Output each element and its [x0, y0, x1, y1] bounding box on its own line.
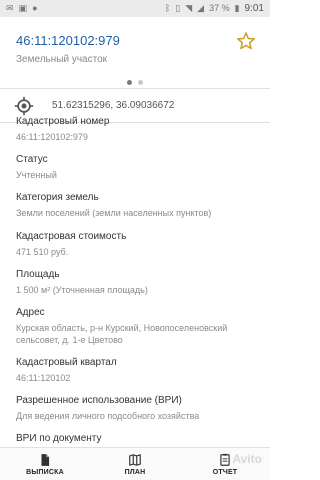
field-land-category: Категория земель Земли поселений (земли …: [16, 192, 260, 219]
battery-icon: ▮: [234, 3, 240, 13]
page-indicator: [0, 80, 270, 85]
page-dot[interactable]: [127, 80, 132, 85]
page-title: 46:11:120102:979: [16, 33, 120, 48]
field-area: Площадь 1 500 м² (Уточненная площадь): [16, 269, 260, 296]
field-label: Категория земель: [16, 192, 99, 203]
field-label: Кадастровый номер: [16, 116, 110, 127]
map-icon: [129, 453, 141, 466]
header: 46:11:120102:979 Земельный участок: [0, 17, 270, 89]
bluetooth-icon: ᛒ: [164, 3, 171, 13]
field-permitted-use-document: ВРИ по документу: [16, 433, 260, 444]
field-label: Кадастровый квартал: [16, 357, 117, 368]
tab-label: ОТЧЕТ: [212, 468, 238, 476]
field-cadastral-value: Кадастровая стоимость 471 510 руб.: [16, 231, 260, 258]
location-target-icon: [14, 96, 34, 115]
favorite-star-icon[interactable]: [236, 31, 256, 51]
photo-icon: ▣: [18, 3, 28, 13]
wifi-icon: ◥: [185, 3, 193, 13]
field-label: Кадастровая стоимость: [16, 231, 127, 242]
field-label: Статус: [16, 154, 48, 165]
field-cadastral-number: Кадастровый номер 46:11:120102:979: [16, 116, 260, 143]
status-bar: ✉ ▣ ● ᛒ ▯ ◥ ◢ 37 % ▮ 9:01: [0, 0, 270, 17]
field-label: Разрешенное использование (ВРИ): [16, 395, 182, 406]
field-address: Адрес Курская область, р-н Курский, Ново…: [16, 307, 260, 346]
clock: 9:01: [244, 3, 264, 14]
field-value: 1 500 м² (Уточненная площадь): [16, 285, 148, 295]
tab-label: ПЛАН: [124, 468, 146, 476]
field-value: 471 510 руб.: [16, 247, 69, 257]
avito-watermark: Avito: [232, 452, 262, 466]
tab-extract[interactable]: ВЫПИСКА: [0, 448, 90, 480]
field-value: Курская область, р-н Курский, Новопоселе…: [16, 323, 228, 345]
field-permitted-use: Разрешенное использование (ВРИ) Для веде…: [16, 395, 260, 422]
notification-icon: ●: [32, 3, 38, 13]
page-dot[interactable]: [138, 80, 143, 85]
report-icon: [220, 453, 230, 466]
vibrate-icon: ▯: [175, 3, 181, 13]
field-value: 46:11:120102: [16, 373, 71, 383]
field-value: Учтенный: [16, 170, 57, 180]
field-status: Статус Учтенный: [16, 154, 260, 181]
page-subtitle: Земельный участок: [16, 54, 108, 65]
coordinates-value: 51.62315296, 36.09036672: [52, 100, 175, 111]
field-value: Земли поселений (земли населенных пункто…: [16, 208, 212, 218]
signal-icon: ◢: [197, 3, 205, 13]
mail-icon: ✉: [6, 3, 14, 13]
tab-label: ВЫПИСКА: [26, 468, 64, 476]
battery-text: 37 %: [209, 3, 230, 13]
field-label: ВРИ по документу: [16, 433, 102, 444]
field-label: Адрес: [16, 307, 45, 318]
tab-plan[interactable]: ПЛАН: [90, 448, 180, 480]
bottom-navigation: ВЫПИСКА ПЛАН ОТЧЕТ: [0, 447, 270, 480]
file-icon: [41, 453, 50, 466]
field-cadastral-quarter: Кадастровый квартал 46:11:120102: [16, 357, 260, 384]
field-value: 46:11:120102:979: [16, 132, 88, 142]
field-label: Площадь: [16, 269, 60, 280]
field-value: Для ведения личного подсобного хозяйства: [16, 411, 200, 421]
